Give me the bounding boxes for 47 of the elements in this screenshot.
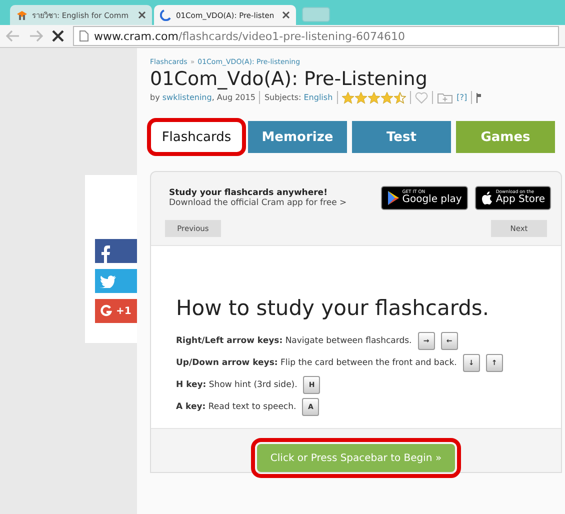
star-icon	[354, 92, 367, 104]
play-triangle-icon	[387, 191, 400, 205]
folder-plus-icon[interactable]	[436, 92, 453, 104]
mode-tab[interactable]: Test	[352, 121, 451, 153]
spinner-icon	[160, 9, 172, 21]
mode-tab[interactable]: Flashcards	[150, 121, 243, 153]
forward-icon[interactable]	[29, 30, 43, 42]
subject-link[interactable]: English	[304, 93, 333, 102]
bird-icon	[100, 274, 116, 288]
apple-icon	[480, 191, 493, 205]
page-icon	[79, 30, 89, 42]
mode-tab[interactable]: Memorize	[248, 121, 347, 153]
hat-icon	[16, 9, 28, 21]
badge-title: Google play	[402, 195, 462, 206]
author-line: by swklistening, Aug 2015	[150, 93, 256, 102]
star-icon	[394, 92, 406, 104]
begin-button[interactable]: Click or Press Spacebar to Begin »	[257, 444, 455, 472]
url-text: www.cram.com/flashcards/video1-pre-listening-6074610	[94, 30, 405, 42]
instruction-text: Up/Down arrow keys: Flip the card between the front and back.	[176, 358, 457, 368]
back-icon[interactable]	[6, 30, 20, 42]
set-title: 01Com_Vdo(A): Pre-Listening	[150, 68, 428, 90]
flag-icon[interactable]	[476, 92, 482, 102]
star-icon	[342, 92, 354, 104]
star-icon	[368, 92, 380, 104]
close-icon[interactable]	[138, 11, 146, 19]
instruction-text: Right/Left arrow keys: Navigate between flashcards.	[176, 336, 412, 346]
app-download-link[interactable]: Download the official Cram app for free >	[169, 198, 374, 208]
star-icon	[380, 92, 393, 104]
g-logo-icon	[100, 304, 112, 318]
address-bar[interactable]: www.cram.com/flashcards/video1-pre-listening-6074610	[73, 26, 559, 46]
twitter-button[interactable]	[95, 269, 137, 293]
howto-heading: How to study your flashcards.	[176, 296, 490, 320]
author-link[interactable]: swklistening	[162, 93, 212, 102]
rating-stars[interactable]	[342, 92, 406, 104]
help-link[interactable]: [?]	[456, 93, 468, 102]
instruction-text: H key: Show hint (3rd side).	[176, 380, 298, 390]
instruction-text: A key: Read text to speech.	[176, 402, 296, 412]
stop-icon[interactable]	[52, 30, 64, 42]
subjects-line: Subjects: English	[264, 93, 333, 102]
facebook-button[interactable]	[95, 239, 137, 263]
f-logo-icon	[100, 245, 110, 263]
google-plus-button[interactable]: +1	[95, 299, 137, 323]
badge-title: App Store	[496, 195, 545, 206]
mode-tab[interactable]: Games	[456, 121, 555, 153]
close-icon[interactable]	[282, 11, 290, 19]
promo-headline: Study your flashcards anywhere!	[169, 188, 328, 198]
heart-icon[interactable]	[414, 92, 428, 104]
